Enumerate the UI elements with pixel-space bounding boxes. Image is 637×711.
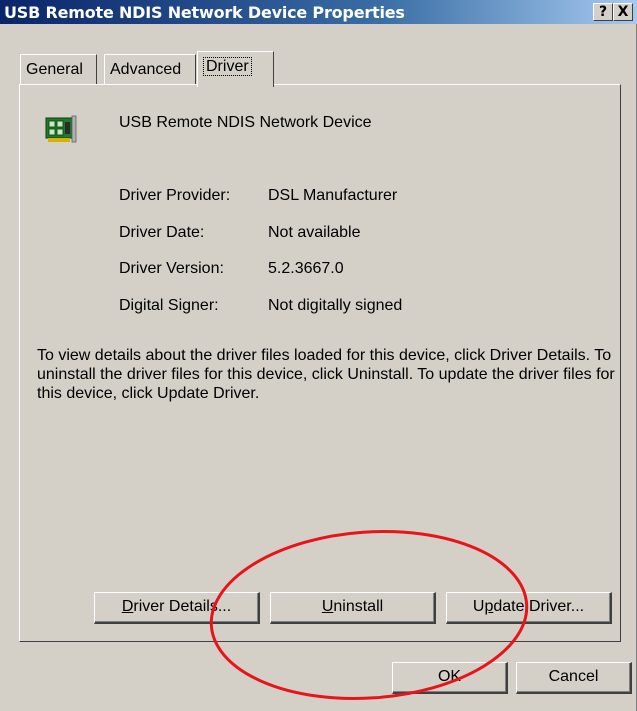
- update-driver-button[interactable]: Update Driver...: [446, 592, 612, 624]
- tab-driver-label: Driver: [203, 57, 252, 76]
- title-bar[interactable]: USB Remote NDIS Network Device Propertie…: [0, 0, 637, 24]
- driver-version-label: Driver Version:: [119, 260, 224, 277]
- tab-general-label: General: [26, 61, 83, 78]
- digital-signer-label: Digital Signer:: [119, 297, 219, 314]
- driver-details-button[interactable]: Driver Details...: [94, 592, 260, 624]
- driver-date-label: Driver Date:: [119, 224, 205, 241]
- tab-driver[interactable]: Driver: [197, 51, 274, 87]
- uninstall-button[interactable]: Uninstall: [270, 592, 436, 624]
- digital-signer-value: Not digitally signed: [268, 297, 403, 314]
- device-name: USB Remote NDIS Network Device: [119, 114, 372, 131]
- cancel-button[interactable]: Cancel: [516, 662, 632, 694]
- help-button[interactable]: ?: [593, 3, 613, 21]
- tab-general[interactable]: General: [20, 54, 97, 84]
- driver-provider-value: DSL Manufacturer: [268, 187, 398, 204]
- ok-button[interactable]: OK: [392, 662, 508, 694]
- window-title: USB Remote NDIS Network Device Propertie…: [4, 3, 405, 22]
- close-button[interactable]: X: [613, 3, 633, 21]
- properties-dialog: USB Remote NDIS Network Device Propertie…: [0, 0, 637, 711]
- driver-date-value: Not available: [268, 224, 361, 241]
- driver-info-text: To view details about the driver files l…: [37, 347, 615, 402]
- driver-provider-label: Driver Provider:: [119, 187, 231, 204]
- tab-advanced-label: Advanced: [110, 61, 182, 78]
- tab-advanced[interactable]: Advanced: [104, 54, 196, 84]
- driver-version-value: 5.2.3667.0: [268, 260, 344, 277]
- network-card-icon: [45, 115, 77, 143]
